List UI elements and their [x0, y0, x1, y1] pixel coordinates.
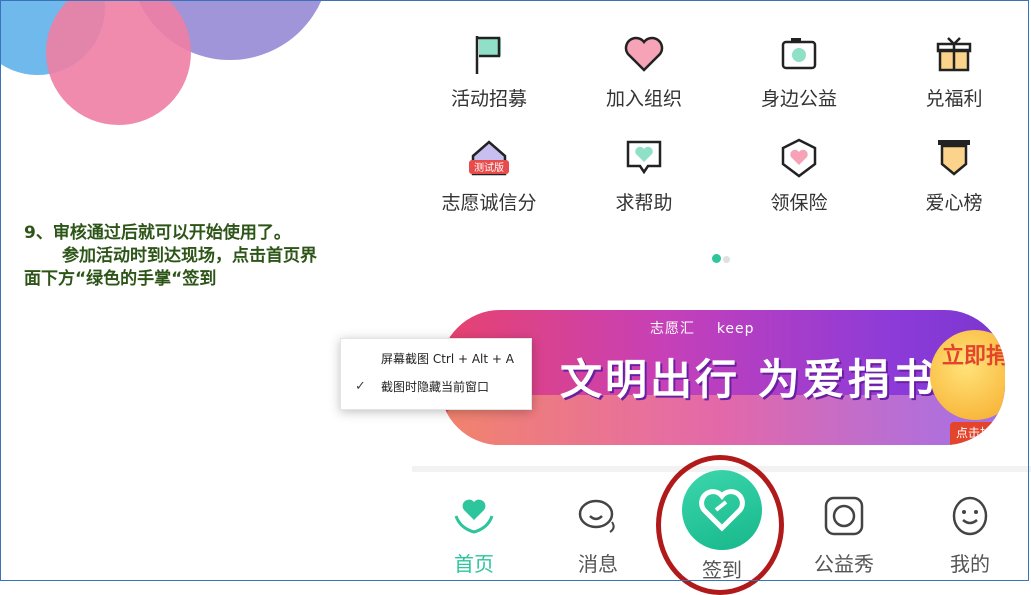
page-dot	[723, 256, 730, 263]
grid-label: 领保险	[770, 192, 828, 214]
beta-badge: 测试版	[474, 161, 504, 174]
grid-label: 兑福利	[925, 88, 983, 110]
chat-heart-icon	[626, 140, 662, 175]
grid-item-rewards[interactable]: 兑福利	[889, 30, 1019, 111]
banner-ribbon-icon	[938, 140, 970, 176]
tab-label: 我的	[950, 552, 990, 576]
tab-label: 消息	[578, 552, 618, 576]
tab-label: 首页	[454, 552, 494, 576]
decor-pink-circle	[46, 0, 191, 125]
page-indicator	[711, 248, 731, 267]
checkmark-icon: ✓	[355, 379, 366, 394]
tab-showcase[interactable]: 公益秀	[794, 492, 894, 577]
grid-label: 加入组织	[605, 88, 682, 110]
grid-label: 志愿诚信分	[441, 192, 537, 214]
grid-label: 求帮助	[615, 192, 673, 214]
highlight-ring	[656, 455, 784, 595]
grid-item-help[interactable]: 求帮助	[579, 134, 709, 215]
grid-label: 活动招募	[450, 88, 527, 110]
hands-heart-icon	[454, 499, 494, 534]
camera-icon	[781, 38, 817, 70]
menu-item-label: 屏幕截图 Ctrl + Alt + A	[381, 352, 514, 366]
flag-icon	[475, 36, 501, 74]
tab-messages[interactable]: 消息	[548, 492, 648, 577]
house-icon: 测试版	[469, 140, 509, 176]
app-screen: 活动招募 加入组织 身边公益 兑福利 测试版 志愿诚信分 求帮助 领保险 爱心榜…	[412, 0, 1031, 595]
banner-draw-button[interactable]: 点击抽奖	[950, 422, 1005, 445]
banner-slogan: 文明出行 为爱捐书	[560, 355, 938, 404]
grid-item-activity[interactable]: 活动招募	[424, 30, 554, 111]
tab-home[interactable]: 首页	[424, 492, 524, 577]
shield-heart-icon	[781, 138, 817, 178]
gift-icon	[936, 37, 972, 72]
grid-label: 爱心榜	[925, 192, 983, 214]
banner-brand: 志愿汇 keep	[650, 318, 755, 338]
menu-item-hide-window[interactable]: ✓ 截图时隐藏当前窗口	[355, 377, 490, 397]
instruction-note: 9、审核通过后就可以开始使用了。 参加活动时到达现场，点击首页界面下方“绿色的手…	[24, 222, 324, 291]
grid-item-join-org[interactable]: 加入组织	[579, 30, 709, 111]
smiley-face-icon	[952, 496, 988, 536]
brand-zhiyuanhui: 志愿汇	[650, 321, 695, 337]
brand-keep: keep	[716, 321, 755, 337]
grid-item-credit[interactable]: 测试版 志愿诚信分	[424, 134, 554, 215]
context-menu: 屏幕截图 Ctrl + Alt + A ✓ 截图时隐藏当前窗口	[340, 338, 532, 410]
grid-label: 身边公益	[760, 88, 837, 110]
menu-item-label: 截图时隐藏当前窗口	[381, 380, 490, 394]
tab-mine[interactable]: 我的	[920, 492, 1020, 577]
tab-label: 公益秀	[814, 552, 874, 576]
chat-bubble-icon	[578, 499, 615, 533]
heart-icon	[624, 36, 664, 72]
grid-item-insurance[interactable]: 领保险	[734, 134, 864, 215]
page-dot-active	[712, 254, 721, 263]
instruction-line-2: 参加活动时到达现场，点击首页界面下方“绿色的手掌“签到	[24, 246, 317, 289]
camera-lens-icon	[824, 496, 864, 536]
grid-item-ranking[interactable]: 爱心榜	[889, 134, 1019, 215]
menu-item-screenshot[interactable]: 屏幕截图 Ctrl + Alt + A	[381, 349, 514, 369]
grid-item-nearby[interactable]: 身边公益	[734, 30, 864, 111]
instruction-line-1: 9、审核通过后就可以开始使用了。	[24, 223, 291, 243]
